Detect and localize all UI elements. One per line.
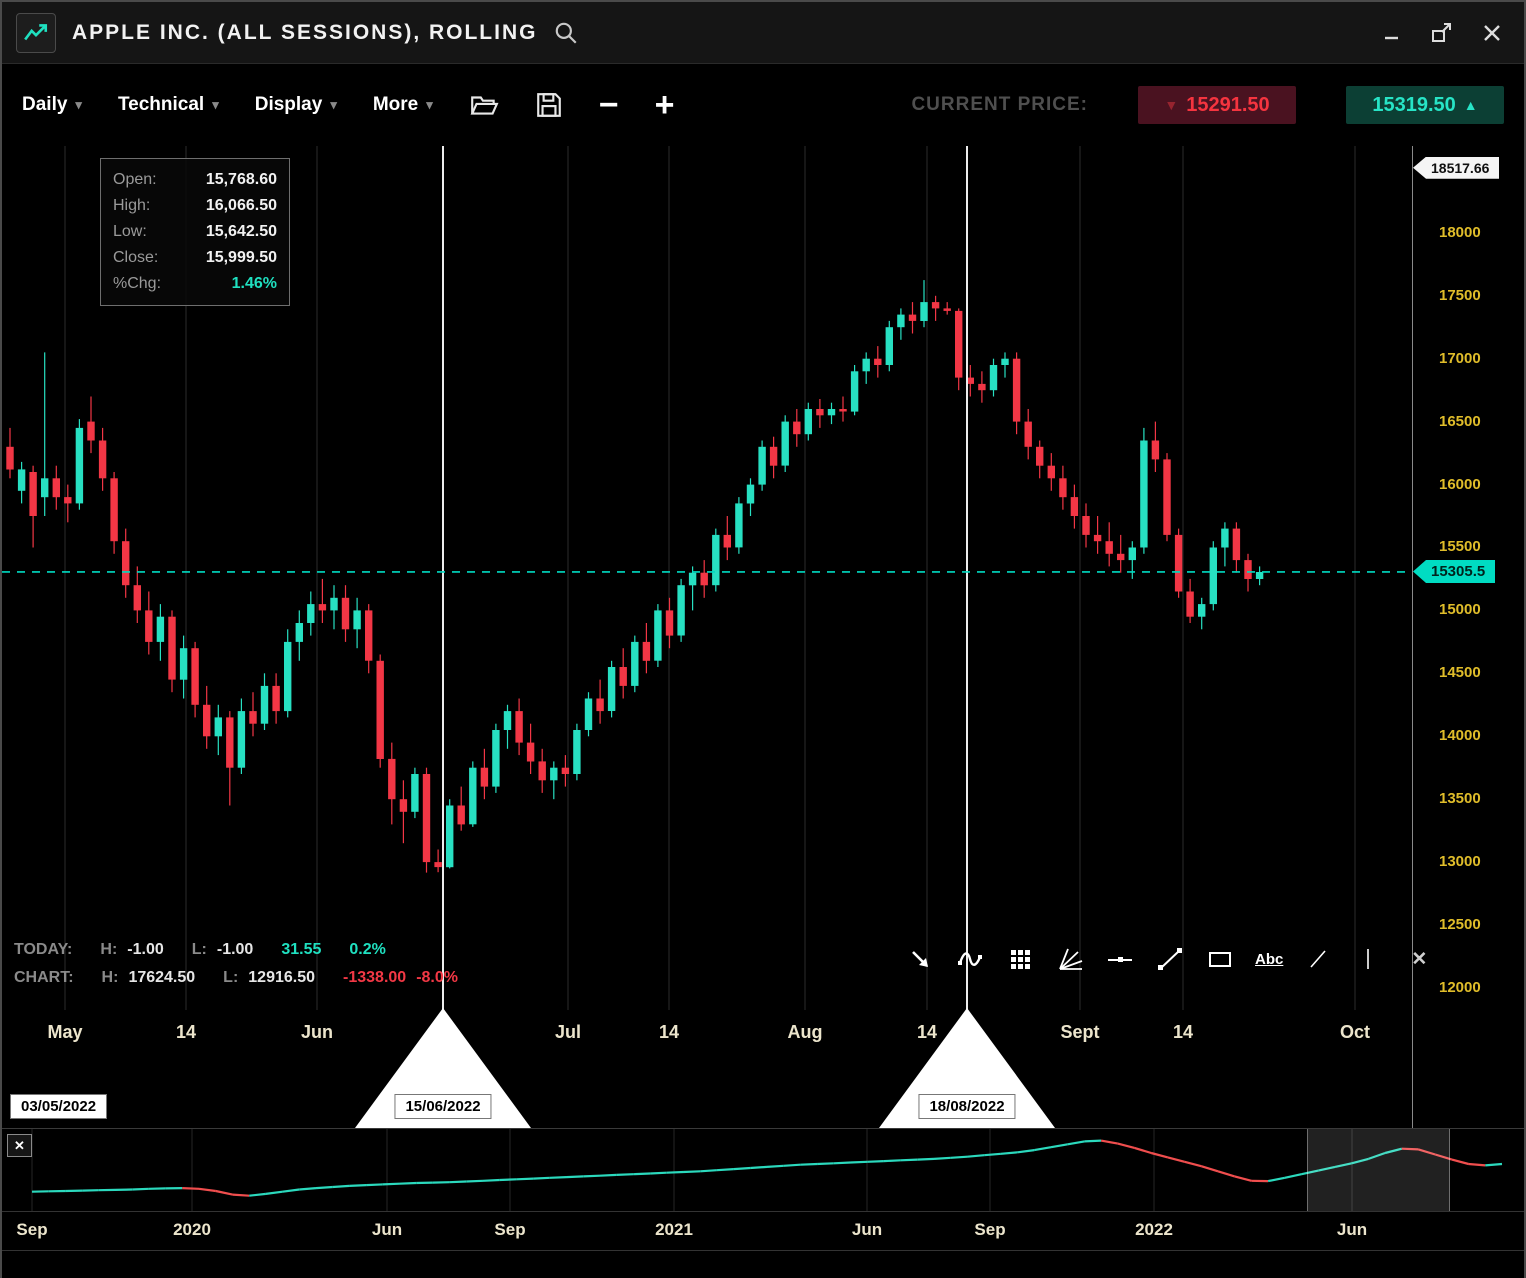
titlebar: APPLE INC. (ALL SESSIONS), ROLLING (2, 2, 1524, 64)
current-price-label: CURRENT PRICE: (911, 94, 1088, 116)
minimap-axis-label: Jun (1337, 1220, 1367, 1240)
toolbar: Daily ▾ Technical ▾ Display ▾ More ▾ − + CUR… (2, 64, 1524, 146)
vertical-line-tool-icon[interactable] (1353, 944, 1383, 974)
ask-price-value: 15319.50 (1372, 94, 1455, 117)
display-dropdown[interactable]: Display ▾ (255, 94, 337, 116)
save-icon[interactable] (535, 91, 563, 119)
y-axis-label: 17000 (1439, 350, 1481, 367)
today-status-row: TODAY:H:-1.00L:-1.0031.550.2% (14, 941, 468, 959)
y-axis-label: 14500 (1439, 664, 1481, 681)
minimap-chart[interactable] (2, 1129, 1524, 1211)
minimap-panel: ✕ Sep 2020 Jun Sep 2021 Jun Sep 2022 Jun (2, 1128, 1524, 1278)
time-axis: May14Jun14Jul14Aug14Sept14Oct (2, 1010, 1412, 1128)
x-axis-label: 14 (1173, 1022, 1193, 1043)
ohlc-open-row: Open:15,768.60 (113, 167, 277, 193)
restore-button[interactable] (1430, 22, 1454, 44)
minimap-time-axis: Sep 2020 Jun Sep 2021 Jun Sep 2022 Jun (2, 1211, 1524, 1251)
x-axis-label: Sept (1060, 1022, 1099, 1043)
window-controls (1382, 22, 1510, 44)
status-readout: TODAY:H:-1.00L:-1.0031.550.2% CHART:H:17… (14, 941, 468, 997)
close-button[interactable] (1482, 23, 1502, 43)
display-dropdown-label: Display (255, 94, 323, 116)
y-axis-label: 17500 (1439, 287, 1481, 304)
y-axis-label: 14000 (1439, 727, 1481, 744)
price-down-arrow-icon: ▼ (1164, 97, 1178, 113)
high-price-tag: 18517.66 (1413, 157, 1499, 179)
pointer-arrow-tool-icon[interactable] (905, 944, 935, 974)
ohlc-close-row: Close:15,999.50 (113, 245, 277, 271)
more-dropdown[interactable]: More ▾ (373, 94, 433, 116)
event-date-tag-2: 18/08/2022 (918, 1094, 1015, 1119)
trendline-tool-icon[interactable] (1155, 944, 1185, 974)
drawing-toolbar: Abc ✕ (905, 944, 1427, 974)
bid-price-value: 15291.50 (1186, 94, 1269, 117)
minimap-axis-label: Sep (974, 1220, 1005, 1240)
x-axis-label: May (47, 1022, 82, 1043)
minimap-axis-label: Jun (372, 1220, 402, 1240)
technical-dropdown-label: Technical (118, 94, 204, 116)
zoom-in-button[interactable]: + (655, 88, 675, 122)
open-folder-icon[interactable] (469, 92, 499, 118)
minimap-axis-label: Jun (852, 1220, 882, 1240)
minimize-button[interactable] (1382, 23, 1402, 43)
x-axis-label: Jul (555, 1022, 581, 1043)
y-axis-label: 18000 (1439, 224, 1481, 241)
minimap-axis-label: 2020 (173, 1220, 211, 1240)
interval-dropdown-label: Daily (22, 94, 67, 116)
chart-start-date-tag: 03/05/2022 (10, 1094, 107, 1119)
window-title: APPLE INC. (ALL SESSIONS), ROLLING (72, 21, 537, 45)
minimap-axis-label: Sep (16, 1220, 47, 1240)
chevron-down-icon: ▾ (75, 97, 82, 113)
y-axis-label: 16500 (1439, 413, 1481, 430)
more-dropdown-label: More (373, 94, 418, 116)
grid-tool-icon[interactable] (1005, 944, 1035, 974)
wave-tool-icon[interactable] (955, 944, 985, 974)
technical-dropdown[interactable]: Technical ▾ (118, 94, 219, 116)
ohlc-low-row: Low:15,642.50 (113, 219, 277, 245)
ohlc-high-row: High:16,066.50 (113, 193, 277, 219)
x-axis-label: Jun (301, 1022, 333, 1043)
minimap-viewport[interactable] (1307, 1129, 1450, 1211)
x-axis-label: Oct (1340, 1022, 1370, 1043)
chevron-down-icon: ▾ (426, 97, 433, 113)
price-axis: 18517.66 15305.5 18000 17500 17000 16500 160… (1412, 146, 1524, 1128)
y-axis-label: 13000 (1439, 853, 1481, 870)
x-axis-label: 14 (659, 1022, 679, 1043)
diagonal-line-tool-icon[interactable] (1303, 944, 1333, 974)
event-date-tag-1: 15/06/2022 (394, 1094, 491, 1119)
zoom-out-button[interactable]: − (599, 88, 619, 122)
app-logo-icon (16, 13, 56, 53)
ohlc-info-box: Open:15,768.60 High:16,066.50 Low:15,642… (100, 158, 290, 306)
x-axis-label: Aug (788, 1022, 823, 1043)
y-axis-label: 16000 (1439, 476, 1481, 493)
ask-price-box[interactable]: 15319.50 ▲ (1346, 86, 1504, 124)
current-price-tag: 15305.5 (1413, 560, 1495, 583)
x-axis-label: 14 (176, 1022, 196, 1043)
x-axis-label: 14 (917, 1022, 937, 1043)
text-tool[interactable]: Abc (1255, 951, 1283, 968)
fan-lines-tool-icon[interactable] (1055, 944, 1085, 974)
main-chart-area: Open:15,768.60 High:16,066.50 Low:15,642… (2, 146, 1524, 1128)
y-axis-label: 15500 (1439, 538, 1481, 555)
drawing-toolbar-close-icon[interactable]: ✕ (1411, 948, 1427, 971)
y-axis-label: 15000 (1439, 601, 1481, 618)
y-axis-label: 12000 (1439, 979, 1481, 996)
trading-app-window: APPLE INC. (ALL SESSIONS), ROLLING Daily… (0, 0, 1526, 1278)
ohlc-pctchg-row: %Chg:1.46% (113, 271, 277, 297)
y-axis-label: 13500 (1439, 790, 1481, 807)
y-axis-label: 12500 (1439, 916, 1481, 933)
price-up-arrow-icon: ▲ (1464, 97, 1478, 113)
bid-price-box[interactable]: ▼ 15291.50 (1138, 86, 1296, 124)
minimap-close-button[interactable]: ✕ (7, 1134, 32, 1157)
horizontal-line-tool-icon[interactable] (1105, 944, 1135, 974)
minimap-axis-label: 2022 (1135, 1220, 1173, 1240)
chevron-down-icon: ▾ (212, 97, 219, 113)
search-icon[interactable] (553, 20, 579, 46)
rectangle-tool-icon[interactable] (1205, 944, 1235, 974)
chevron-down-icon: ▾ (330, 97, 337, 113)
interval-dropdown[interactable]: Daily ▾ (22, 94, 82, 116)
minimap-axis-label: Sep (494, 1220, 525, 1240)
chart-status-row: CHART:H:17624.50L:12916.50-1338.00-8.0% (14, 969, 468, 987)
minimap-axis-label: 2021 (655, 1220, 693, 1240)
